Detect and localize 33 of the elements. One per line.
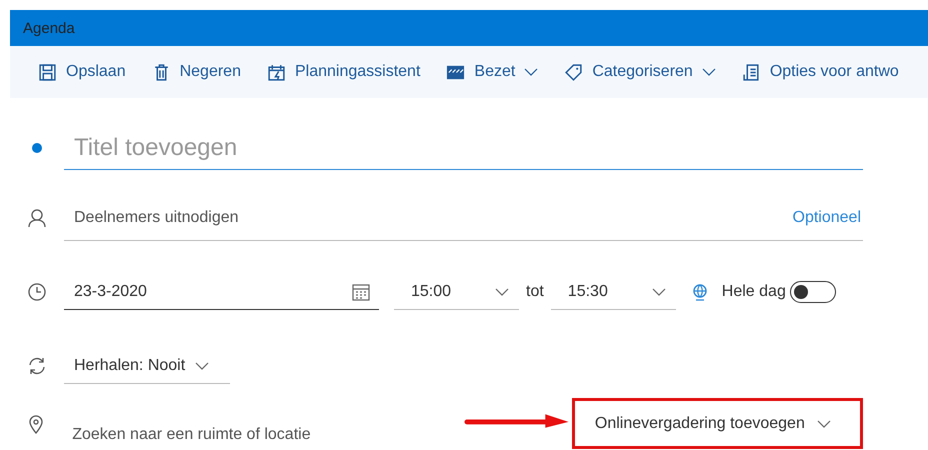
location-search-field[interactable]: Zoeken naar een ruimte of locatie xyxy=(62,426,402,444)
tag-icon xyxy=(564,62,584,82)
online-meeting-dropdown[interactable]: Onlinevergadering toevoegen xyxy=(572,398,863,449)
repeat-dropdown[interactable]: Herhalen: Nooit xyxy=(64,348,230,384)
start-time-dropdown[interactable]: 15:00 xyxy=(394,274,519,310)
toolbar-button[interactable]: Opties voor antwo xyxy=(742,62,899,82)
app-title: Agenda xyxy=(23,20,75,36)
chevron-down-icon xyxy=(495,288,509,296)
attendees-field[interactable]: Deelnemers uitnodigen Optioneel xyxy=(64,196,863,240)
toolbar-button[interactable]: Planningassistent xyxy=(266,62,420,82)
repeat-icon xyxy=(27,356,47,376)
time-separator: tot xyxy=(526,283,544,301)
person-icon xyxy=(27,208,47,228)
status-dot xyxy=(32,143,42,153)
chevron-down-icon xyxy=(524,68,538,76)
clock-icon xyxy=(27,282,47,302)
toolbar-button[interactable]: Bezet xyxy=(446,62,538,82)
save-icon xyxy=(38,62,57,82)
all-day-toggle[interactable] xyxy=(790,281,836,303)
chevron-down-icon xyxy=(652,288,666,296)
calendar-icon xyxy=(351,282,371,302)
chevron-down-icon xyxy=(195,362,210,370)
toolbar-button[interactable]: Opslaan xyxy=(38,62,126,82)
end-time-dropdown[interactable]: 15:30 xyxy=(550,274,676,310)
calendar-edit-icon xyxy=(266,62,286,82)
response-options-icon xyxy=(742,62,761,82)
toolbar-button[interactable]: Categoriseren xyxy=(564,62,716,82)
chevron-down-icon xyxy=(816,420,831,428)
all-day-label: Hele dag xyxy=(722,283,786,301)
optional-link[interactable]: Optioneel xyxy=(792,208,861,226)
chevron-down-icon xyxy=(702,68,716,76)
date-field[interactable]: 23-3-2020 xyxy=(64,274,379,310)
toolbar-button[interactable]: Negeren xyxy=(152,62,241,82)
